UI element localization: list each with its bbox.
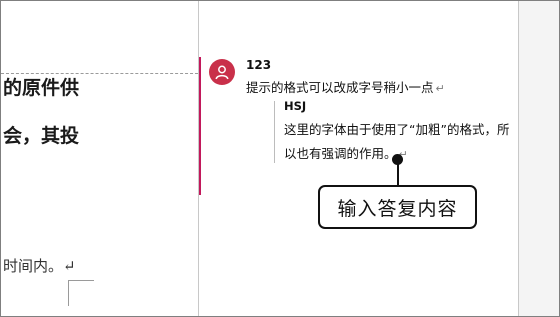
comment-body: 提示的格式可以改成字号稍小一点 bbox=[246, 80, 434, 95]
word-window: 的原件供 会，其投 时间内。↵ 123 提示的格式可以改成字号稍小一点 ↵ HSJ… bbox=[0, 0, 560, 317]
comment-text[interactable]: 提示的格式可以改成字号稍小一点 ↵ bbox=[246, 77, 445, 96]
reply-author: HSJ bbox=[284, 99, 307, 113]
scroll-margin bbox=[519, 1, 559, 316]
comment-author: 123 bbox=[246, 58, 272, 72]
user-icon bbox=[209, 59, 235, 85]
document-text-line: 时间内。↵ bbox=[3, 257, 76, 275]
callout-pointer-line bbox=[397, 159, 399, 185]
document-text-line: 的原件供 bbox=[3, 77, 80, 99]
crop-mark bbox=[68, 280, 69, 306]
reply-thread-line bbox=[274, 101, 275, 163]
document-page[interactable]: 的原件供 会，其投 时间内。↵ bbox=[1, 1, 198, 316]
active-comment-marker bbox=[199, 57, 201, 195]
paragraph-mark: ↵ bbox=[435, 82, 445, 95]
instruction-callout: 输入答复内容 bbox=[318, 185, 477, 229]
document-text-line: 会，其投 bbox=[3, 125, 80, 147]
crop-mark bbox=[68, 280, 94, 281]
